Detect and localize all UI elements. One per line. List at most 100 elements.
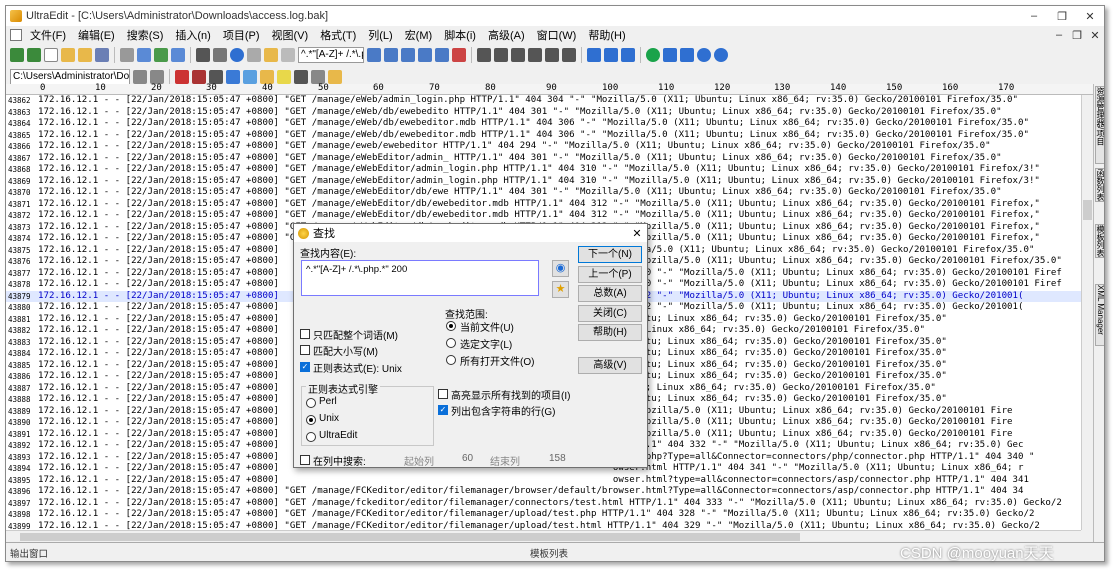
column-mode-icon[interactable]: [477, 48, 491, 62]
minimize-button[interactable]: –: [1020, 10, 1048, 22]
cut-icon[interactable]: [247, 48, 261, 62]
document-icon[interactable]: [10, 29, 22, 41]
line-content[interactable]: 172.16.12.1 - - [22/Jan/2018:15:05:47 +0…: [38, 187, 1002, 199]
editor-line[interactable]: 43869 172.16.12.1 - - [22/Jan/2018:15:05:…: [6, 176, 1081, 188]
next-bookmark-icon[interactable]: [562, 48, 576, 62]
globe-icon[interactable]: [230, 48, 244, 62]
open-file-icon[interactable]: [78, 48, 92, 62]
menu-advanced[interactable]: 高级(A): [482, 27, 531, 43]
vertical-scroll-thumb[interactable]: [1083, 200, 1092, 220]
find-icon[interactable]: [367, 48, 381, 62]
advanced-button[interactable]: 高级(V): [578, 357, 642, 374]
help-icon[interactable]: [697, 48, 711, 62]
line-content[interactable]: 172.16.12.1 - - [22/Jan/2018:15:05:47 +0…: [38, 509, 1034, 521]
calculator-icon[interactable]: [294, 70, 308, 84]
menu-file[interactable]: 文件(F): [24, 27, 72, 43]
back-icon[interactable]: [10, 48, 24, 62]
line-content[interactable]: 172.16.12.1 - - [22/Jan/2018:15:05:47 +0…: [38, 176, 1040, 188]
editor-line[interactable]: 43868 172.16.12.1 - - [22/Jan/2018:15:05:…: [6, 164, 1081, 176]
line-content[interactable]: 172.16.12.1 - - [22/Jan/2018:15:05:47 +0…: [38, 521, 1040, 531]
menu-window[interactable]: 窗口(W): [531, 27, 583, 43]
favorites-star-icon[interactable]: ★: [552, 281, 569, 298]
print-preview-icon[interactable]: [137, 48, 151, 62]
line-content[interactable]: 172.16.12.1 - - [22/Jan/2018:15:05:47 +0…: [38, 95, 1018, 107]
tab-template-list[interactable]: 模板列表: [1095, 224, 1104, 258]
outdent-icon[interactable]: [528, 48, 542, 62]
column-search-checkbox[interactable]: [300, 455, 310, 465]
menu-help[interactable]: 帮助(H): [582, 27, 631, 43]
menu-column[interactable]: 列(L): [362, 27, 398, 43]
horizontal-scrollbar[interactable]: [6, 530, 1081, 542]
menu-edit[interactable]: 编辑(E): [72, 27, 121, 43]
menu-insert[interactable]: 插入(n): [169, 27, 216, 43]
scope-current-radio[interactable]: [446, 321, 456, 331]
editor-line[interactable]: 43862 172.16.12.1 - - [22/Jan/2018:15:05:…: [6, 95, 1081, 107]
doc-restore-button[interactable]: ❐: [1068, 29, 1086, 42]
path-dropdown[interactable]: C:\Users\Administrator\Downloads: [10, 69, 130, 85]
line-content[interactable]: 172.16.12.1 - - [22/Jan/2018:15:05:47 +0…: [38, 210, 1040, 222]
find-next-button[interactable]: 下一个(N): [578, 246, 642, 263]
count-button[interactable]: 总数(A): [578, 285, 642, 302]
editor-line[interactable]: 43870 172.16.12.1 - - [22/Jan/2018:15:05:…: [6, 187, 1081, 199]
find-dialog-close-icon[interactable]: ✕: [627, 227, 647, 240]
doc-minimize-button[interactable]: –: [1050, 29, 1068, 41]
word-wrap-icon[interactable]: [494, 48, 508, 62]
engine-unix-radio[interactable]: [306, 415, 316, 425]
tab-function-list[interactable]: 函数列表: [1095, 168, 1104, 202]
monitor-icon[interactable]: [663, 48, 677, 62]
paste-icon[interactable]: [264, 48, 278, 62]
save-icon[interactable]: [95, 48, 109, 62]
dictionary-icon[interactable]: [226, 70, 240, 84]
horizontal-scroll-thumb[interactable]: [20, 533, 800, 541]
whole-word-checkbox[interactable]: [300, 329, 310, 339]
editor-line[interactable]: 43898 172.16.12.1 - - [22/Jan/2018:15:05:…: [6, 509, 1081, 521]
hex-icon[interactable]: [213, 48, 227, 62]
document-view-icon[interactable]: [171, 48, 185, 62]
google-search-icon[interactable]: [175, 70, 189, 84]
list-lines-checkbox[interactable]: ✓: [438, 405, 448, 415]
menu-search[interactable]: 搜索(S): [121, 27, 170, 43]
editor-line[interactable]: 43864 172.16.12.1 - - [22/Jan/2018:15:05:…: [6, 118, 1081, 130]
output-window-tab[interactable]: 输出窗口: [6, 546, 526, 560]
history-icon[interactable]: ◉: [552, 260, 569, 277]
start-column-value[interactable]: 60: [462, 453, 473, 464]
editor-line[interactable]: 43866 172.16.12.1 - - [22/Jan/2018:15:05:…: [6, 141, 1081, 153]
highlight-all-checkbox[interactable]: [438, 389, 448, 399]
new-file-icon[interactable]: [44, 48, 58, 62]
editor-line[interactable]: 43863 172.16.12.1 - - [22/Jan/2018:15:05:…: [6, 107, 1081, 119]
line-content[interactable]: 172.16.12.1 - - [22/Jan/2018:15:05:47 +0…: [38, 130, 1029, 142]
editor-line[interactable]: 43897 172.16.12.1 - - [22/Jan/2018:15:05:…: [6, 498, 1081, 510]
line-content[interactable]: 172.16.12.1 - - [22/Jan/2018:15:05:47 +0…: [38, 498, 1062, 510]
line-content[interactable]: 172.16.12.1 - - [22/Jan/2018:15:05:47 +0…: [38, 118, 1029, 130]
vertical-scrollbar[interactable]: [1081, 95, 1093, 530]
line-content[interactable]: 172.16.12.1 - - [22/Jan/2018:15:05:47 +0…: [38, 141, 991, 153]
editor-line[interactable]: 43896 172.16.12.1 - - [22/Jan/2018:15:05:…: [6, 486, 1081, 498]
doc-close-button[interactable]: ✕: [1086, 29, 1104, 42]
tools-icon[interactable]: [328, 70, 342, 84]
menu-format[interactable]: 格式(T): [314, 27, 362, 43]
link-icon[interactable]: [311, 70, 325, 84]
regex-toolbar-field[interactable]: ^.*"[A-Z]+ /.*\.p: [298, 47, 364, 63]
line-content[interactable]: 172.16.12.1 - - [22/Jan/2018:15:05:47 +0…: [38, 199, 1040, 211]
editor-line[interactable]: 43867 172.16.12.1 - - [22/Jan/2018:15:05:…: [6, 153, 1081, 165]
settings-icon[interactable]: [714, 48, 728, 62]
find-prev-button[interactable]: 上一个(P): [578, 266, 642, 283]
template-list-tab[interactable]: 模板列表: [526, 546, 572, 560]
note-icon[interactable]: [277, 70, 291, 84]
line-content[interactable]: 172.16.12.1 - - [22/Jan/2018:15:05:47 +0…: [38, 475, 1029, 487]
close-button[interactable]: ✕: [1076, 10, 1104, 23]
browser-icon[interactable]: [680, 48, 694, 62]
scope-all-open-radio[interactable]: [446, 355, 456, 365]
replace-in-files-icon[interactable]: [452, 48, 466, 62]
line-content[interactable]: 172.16.12.1 - - [22/Jan/2018:15:05:47 +0…: [38, 486, 1023, 498]
replace-icon[interactable]: [418, 48, 432, 62]
close-button[interactable]: 关闭(C): [578, 305, 642, 322]
engine-perl-radio[interactable]: [306, 398, 316, 408]
editor-line[interactable]: 43865 172.16.12.1 - - [22/Jan/2018:15:05:…: [6, 130, 1081, 142]
engine-ultraedit-radio[interactable]: [306, 432, 316, 442]
end-column-value[interactable]: 158: [549, 453, 566, 464]
web-icon[interactable]: [646, 48, 660, 62]
cascade-icon[interactable]: [621, 48, 635, 62]
editor-line[interactable]: 43872 172.16.12.1 - - [22/Jan/2018:15:05:…: [6, 210, 1081, 222]
find-next-icon[interactable]: [384, 48, 398, 62]
